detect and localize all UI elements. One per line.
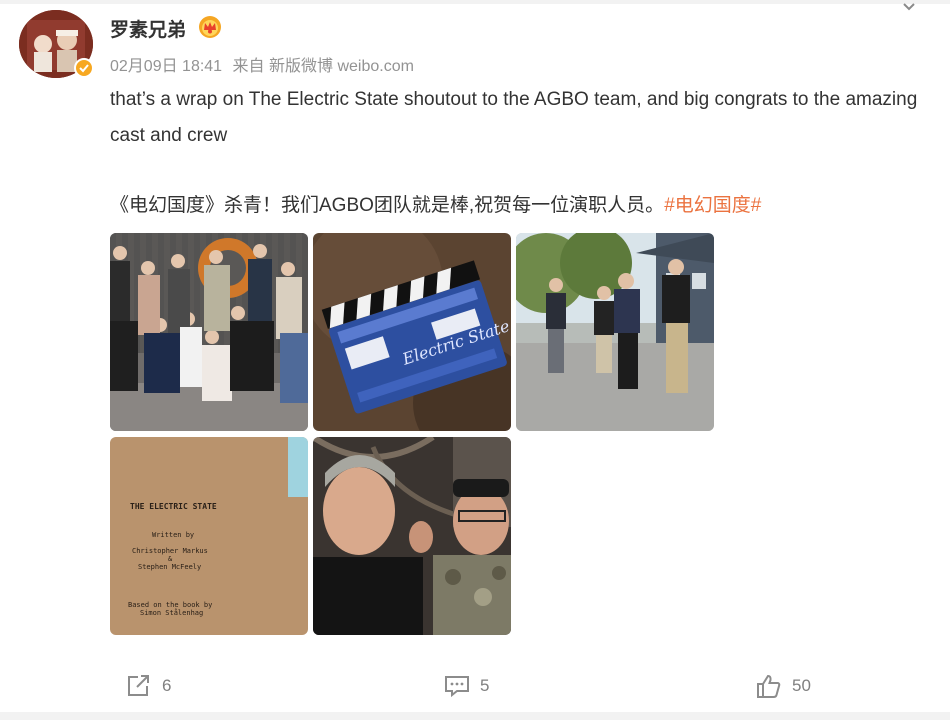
thumbs-up-icon bbox=[757, 674, 781, 698]
post-text-chinese: 《电幻国度》杀青！我们AGBO团队就是棒,祝贺每一位演职人员。#电幻国度# bbox=[110, 190, 761, 222]
username[interactable]: 罗素兄弟 bbox=[110, 15, 186, 42]
photo-clapperboard[interactable]: Electric State bbox=[313, 233, 511, 431]
post-date[interactable]: 02月09日 18:41 bbox=[110, 58, 222, 75]
comment-count: 5 bbox=[480, 676, 490, 695]
comment-icon bbox=[445, 676, 469, 698]
like-count: 50 bbox=[792, 676, 811, 695]
photo-group-cast-crew[interactable] bbox=[110, 233, 308, 431]
post-text-english: that’s a wrap on The Electric State shou… bbox=[110, 89, 918, 146]
post-text-chinese-body: 《电幻国度》杀青！我们AGBO团队就是棒,祝贺每一位演职人员。 bbox=[110, 195, 665, 216]
script-written-by: Written by bbox=[152, 531, 194, 539]
repost-count: 6 bbox=[162, 676, 172, 695]
repost-button[interactable]: 6 bbox=[126, 672, 171, 700]
verified-badge-icon bbox=[74, 58, 94, 78]
script-book-author: Simon Stålenhag bbox=[140, 608, 203, 617]
script-author-2: Stephen McFeely bbox=[138, 563, 201, 571]
post-source: 来自 新版微博 weibo.com bbox=[232, 58, 414, 75]
bottom-divider bbox=[0, 712, 950, 720]
hashtag-link[interactable]: #电幻国度# bbox=[664, 195, 761, 216]
comment-button[interactable]: 5 bbox=[444, 672, 489, 700]
script-title: THE ELECTRIC STATE bbox=[130, 502, 217, 511]
top-divider bbox=[0, 0, 950, 4]
like-button[interactable]: 50 bbox=[756, 672, 811, 700]
script-based-on: Based on the book by bbox=[128, 601, 212, 609]
post-meta: 02月09日 18:41 来自 新版微博 weibo.com bbox=[110, 52, 420, 76]
photo-script-title-page[interactable]: THE ELECTRIC STATE Written by Christophe… bbox=[110, 437, 308, 635]
crown-badge-icon[interactable] bbox=[198, 15, 222, 39]
photo-selfie[interactable] bbox=[313, 437, 511, 635]
script-author-1: Christopher Markus bbox=[132, 547, 208, 555]
photo-street-group[interactable] bbox=[516, 233, 714, 431]
repost-icon bbox=[128, 675, 149, 696]
chevron-down-icon[interactable] bbox=[902, 2, 916, 12]
